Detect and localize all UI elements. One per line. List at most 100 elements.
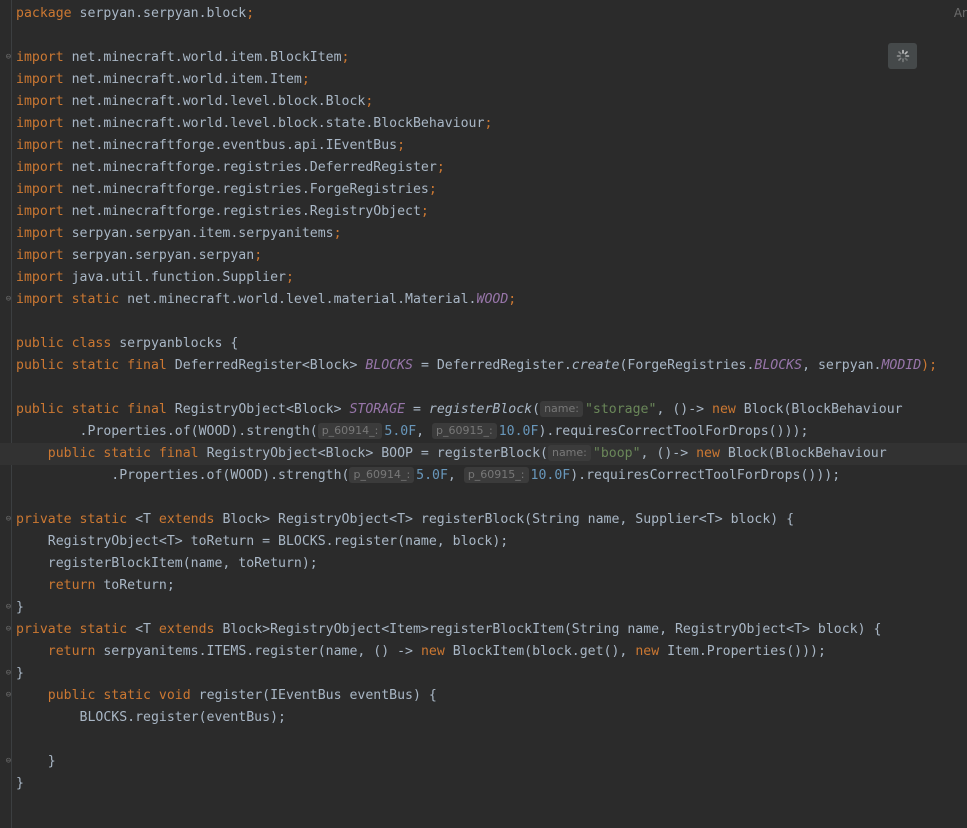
code-line-register-sig[interactable]: public static void register(IEventBus ev… xyxy=(16,685,437,707)
keyword: import xyxy=(16,226,64,241)
code-line-registerblock-return[interactable]: return toReturn; xyxy=(16,575,175,597)
semicolon: ; xyxy=(365,94,374,109)
code: Block(BlockBehaviour xyxy=(735,402,903,417)
keyword: import xyxy=(16,138,64,153)
semicolon: ; xyxy=(436,160,445,175)
code-line-outer-close[interactable]: } xyxy=(16,773,24,795)
fold-open-icon[interactable]: ⊖ xyxy=(4,514,13,524)
keyword: return xyxy=(47,578,96,593)
param-hint: p_60915_: xyxy=(463,467,529,483)
param-hint: name: xyxy=(540,401,583,417)
code-line-registerblock-body2[interactable]: registerBlockItem(name, toReturn); xyxy=(16,553,318,575)
semicolon: ; xyxy=(484,116,493,131)
keyword: import xyxy=(16,94,64,109)
type: RegistryObject<Block> xyxy=(166,402,350,417)
code-line-import[interactable]: import java.util.function.Supplier; xyxy=(16,267,294,289)
keyword: new xyxy=(712,402,736,417)
string-literal: "boop" xyxy=(592,446,641,461)
keyword: import xyxy=(16,270,64,285)
code-line-boop-field[interactable]: public static final RegistryObject<Block… xyxy=(0,443,967,465)
package-name: serpyan.serpyan.block xyxy=(71,6,247,21)
code-line-import[interactable]: import serpyan.serpyan.item.serpyanitems… xyxy=(16,223,342,245)
semicolon: ; xyxy=(397,138,406,153)
keyword: private static xyxy=(16,512,128,527)
param-hint: p_60915_: xyxy=(432,423,497,439)
semicolon: ; xyxy=(341,50,350,65)
code-line-class-decl[interactable]: public class serpyanblocks { xyxy=(16,333,238,355)
code: toReturn; xyxy=(95,578,175,593)
fold-close-icon[interactable]: ⊖ xyxy=(4,668,13,678)
code-line-import[interactable]: import net.minecraftforge.registries.Def… xyxy=(16,157,445,179)
number-literal: 5.0F xyxy=(384,424,417,439)
code-line-registerblock-sig[interactable]: private static <T extends Block> Registr… xyxy=(16,509,794,531)
fold-open-icon[interactable]: ⊖ xyxy=(4,690,13,700)
keyword: new xyxy=(635,644,660,659)
code-line-import[interactable]: import net.minecraftforge.registries.Reg… xyxy=(16,201,429,223)
code: , serpyan. xyxy=(802,358,882,373)
code-line-import[interactable]: import serpyan.serpyan.serpyan; xyxy=(16,245,262,267)
code: ).requiresCorrectToolForDrops())); xyxy=(570,468,841,483)
brace: } xyxy=(16,754,56,769)
keyword: import xyxy=(16,116,64,131)
method-call: create xyxy=(571,358,620,373)
code: RegistryObject<Block> BOOP = registerBlo… xyxy=(198,446,548,461)
code-line-storage-props[interactable]: .Properties.of(WOOD).strength(p_60914_: 5… xyxy=(16,421,808,443)
import-path: net.minecraftforge.registries.RegistryOb… xyxy=(63,204,421,219)
code-line-import[interactable]: import net.minecraftforge.eventbus.api.I… xyxy=(16,135,405,157)
code: .Properties.of(WOOD).strength( xyxy=(47,468,350,483)
import-path: java.util.function.Supplier xyxy=(63,270,286,285)
keyword: public static final xyxy=(16,358,167,373)
keyword: private static xyxy=(16,622,128,637)
code: Item.Properties())); xyxy=(659,644,826,659)
import-path: net.minecraft.world.level.block.state.Bl… xyxy=(63,116,485,131)
keyword: new xyxy=(696,446,720,461)
static-constant: MODID xyxy=(881,358,922,373)
code: <T xyxy=(127,622,159,637)
code-line-close-brace[interactable]: } xyxy=(16,663,24,685)
class-name: serpyanblocks { xyxy=(111,336,239,351)
param-hint: p_60914_: xyxy=(317,423,383,439)
code-line-boop-props[interactable]: .Properties.of(WOOD).strength(p_60914_: 5… xyxy=(16,465,840,487)
fold-close-icon[interactable]: ⊖ xyxy=(4,756,13,766)
code: (ForgeRegistries. xyxy=(619,358,755,373)
code-line-static-import[interactable]: import static net.minecraft.world.level.… xyxy=(16,289,516,311)
code-line-registerblockitem-body[interactable]: return serpyanitems.ITEMS.register(name,… xyxy=(16,641,826,663)
param-hint: name: xyxy=(547,445,591,461)
code-line-inner-close[interactable]: } xyxy=(16,751,56,773)
code-line-registerblock-body1[interactable]: RegistryObject<T> toReturn = BLOCKS.regi… xyxy=(16,531,509,553)
keyword: public static void xyxy=(47,688,191,703)
code: serpyanitems.ITEMS.register(name, () -> xyxy=(95,644,421,659)
semicolon: ; xyxy=(333,226,342,241)
code-line-storage-field[interactable]: public static final RegistryObject<Block… xyxy=(16,399,903,421)
code-editor[interactable]: Ar package serpyan.serpyan.block; ⊖ impo… xyxy=(0,0,967,828)
code: .Properties.of(WOOD).strength( xyxy=(16,424,318,439)
fold-close-icon[interactable]: ⊖ xyxy=(4,602,13,612)
code: RegistryObject<T> toReturn = BLOCKS.regi… xyxy=(16,534,509,549)
number-literal: 10.0F xyxy=(498,424,539,439)
code-line-blocks-field[interactable]: public static final DeferredRegister<Blo… xyxy=(16,355,937,377)
keyword: package xyxy=(16,6,72,21)
code-line-import[interactable]: import net.minecraftforge.registries.For… xyxy=(16,179,437,201)
code-line-package[interactable]: package serpyan.serpyan.block; xyxy=(16,3,254,25)
keyword: import xyxy=(16,182,64,197)
import-path: serpyan.serpyan.serpyan xyxy=(63,248,255,263)
keyword: import xyxy=(16,160,64,175)
code-line-import[interactable]: import net.minecraft.world.item.Item; xyxy=(16,69,310,91)
code-line-close-brace[interactable]: } xyxy=(16,597,24,619)
code-line-import[interactable]: import net.minecraft.world.level.block.B… xyxy=(16,91,373,113)
fold-close-icon[interactable]: ⊖ xyxy=(4,294,13,304)
import-path: net.minecraftforge.eventbus.api.IEventBu… xyxy=(63,138,398,153)
static-constant: WOOD xyxy=(476,292,509,307)
code-line-register-body[interactable]: BLOCKS.register(eventBus); xyxy=(16,707,286,729)
param-hint: p_60914_: xyxy=(349,467,415,483)
type: DeferredRegister<Block> xyxy=(166,358,366,373)
fold-open-icon[interactable]: ⊖ xyxy=(4,624,13,634)
code-line-registerblockitem-sig[interactable]: private static <T extends Block>Registry… xyxy=(16,619,881,641)
code-line-import[interactable]: import net.minecraft.world.item.BlockIte… xyxy=(16,47,349,69)
brace: } xyxy=(16,776,24,791)
code: ).requiresCorrectToolForDrops())); xyxy=(538,424,809,439)
code: <T xyxy=(127,512,159,527)
fold-open-icon[interactable]: ⊖ xyxy=(4,52,13,62)
import-path: net.minecraft.world.level.material.Mater… xyxy=(119,292,477,307)
code-line-import[interactable]: import net.minecraft.world.level.block.s… xyxy=(16,113,492,135)
